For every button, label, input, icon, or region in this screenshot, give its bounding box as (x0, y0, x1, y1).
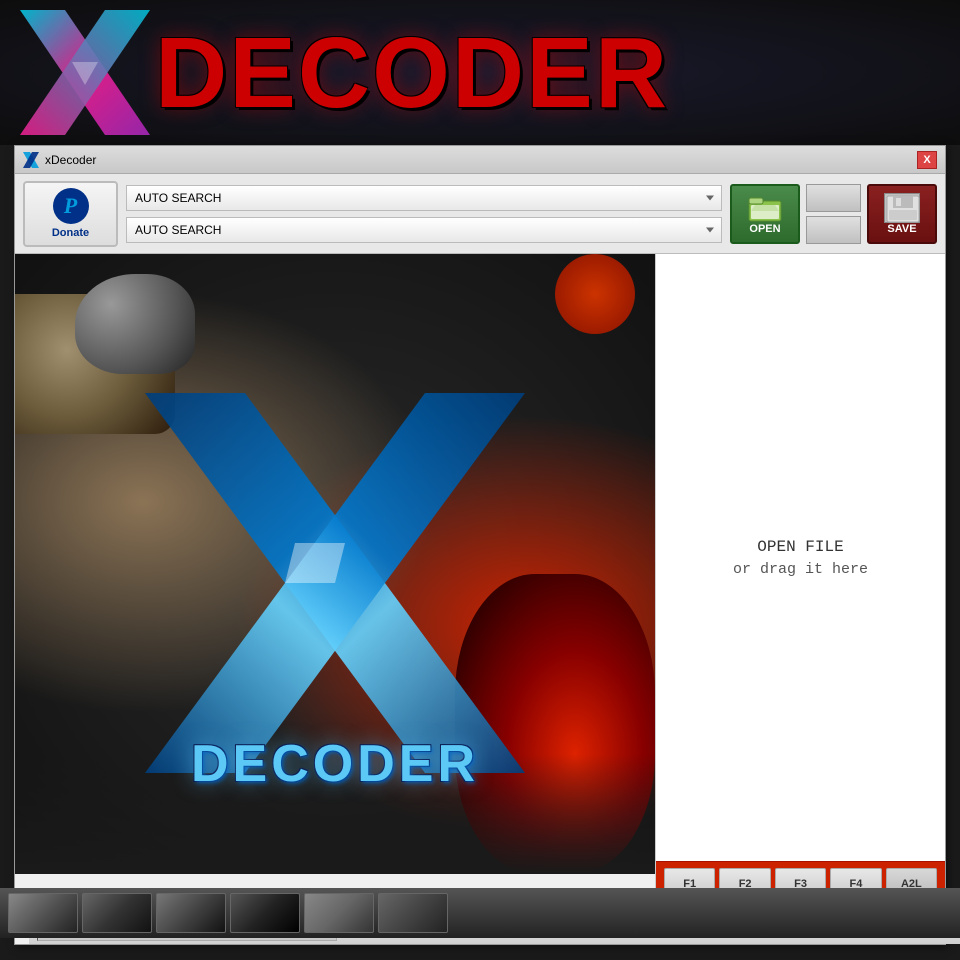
gray-button-2[interactable] (806, 216, 861, 244)
close-button[interactable]: X (917, 151, 937, 169)
window-title: xDecoder (45, 153, 917, 167)
car-background: DECODER (15, 254, 655, 874)
strip-thumb-5 (304, 893, 374, 933)
main-content: DECODER OPEN FILE or drag it here F1 F2 … (15, 254, 945, 942)
open-label: OPEN (749, 223, 780, 235)
banner-decoder-text: DECODER (155, 23, 669, 123)
x-center-logo (145, 393, 525, 773)
strip-thumb-6 (378, 893, 448, 933)
open-button[interactable]: OPEN (730, 184, 800, 244)
gray-button-1[interactable] (806, 184, 861, 212)
image-decoder-text: DECODER (25, 734, 645, 794)
toolbar: P Donate AUTO SEARCH MANUAL CUSTOM AUTO … (15, 174, 945, 254)
x-logo-banner (20, 10, 150, 135)
donate-label: Donate (52, 227, 89, 239)
dropdown-1-wrapper: AUTO SEARCH MANUAL CUSTOM (126, 185, 722, 211)
app-banner: DECODER (0, 0, 960, 145)
splash-image: DECODER (15, 254, 655, 874)
open-file-text: OPEN FILE (757, 538, 843, 556)
app-window: xDecoder X P Donate AUTO SEARCH MANUAL C… (14, 145, 946, 945)
drag-text: or drag it here (733, 561, 868, 578)
strip-thumb-3 (156, 893, 226, 933)
paypal-icon: P (53, 188, 89, 224)
auto-search-dropdown-2[interactable]: AUTO SEARCH MANUAL CUSTOM (126, 217, 722, 243)
titlebar: xDecoder X (15, 146, 945, 174)
app-icon (23, 152, 39, 168)
donate-button[interactable]: P Donate (23, 181, 118, 247)
strip-thumb-4 (230, 893, 300, 933)
mid-buttons (806, 184, 861, 244)
open-folder-icon (747, 193, 783, 223)
file-drop-area[interactable]: OPEN FILE or drag it here (656, 254, 945, 861)
save-button[interactable]: SAVE (867, 184, 937, 244)
auto-search-dropdown-1[interactable]: AUTO SEARCH MANUAL CUSTOM (126, 185, 722, 211)
save-label: SAVE (887, 223, 916, 235)
strip-thumb-1 (8, 893, 78, 933)
dropdowns-area: AUTO SEARCH MANUAL CUSTOM AUTO SEARCH MA… (126, 185, 722, 243)
dropdown-2-wrapper: AUTO SEARCH MANUAL CUSTOM (126, 217, 722, 243)
right-panel: OPEN FILE or drag it here F1 F2 F3 F4 A2… (655, 254, 945, 942)
right-toolbar: OPEN SAVE (730, 184, 937, 244)
strip-thumb-2 (82, 893, 152, 933)
bottom-thumbnail-strip (0, 888, 960, 938)
save-icon (884, 193, 920, 223)
